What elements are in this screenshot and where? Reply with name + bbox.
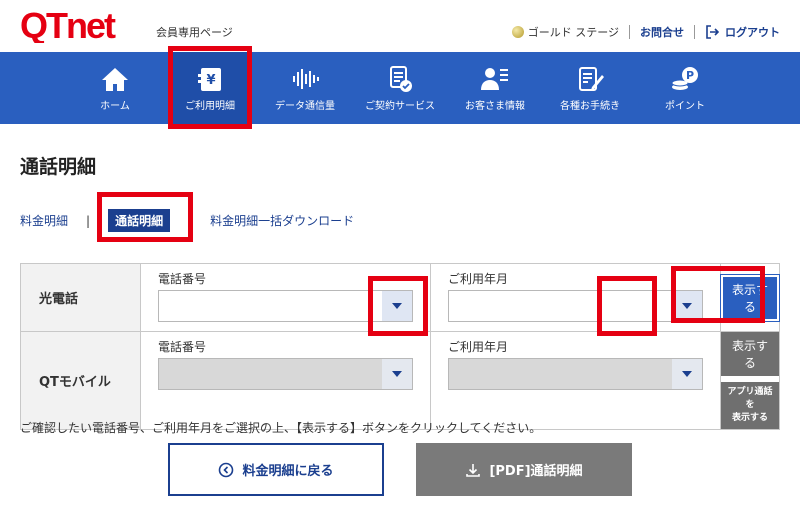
month-label: ご利用年月 [448, 272, 509, 286]
contact-link[interactable]: お問合せ [640, 24, 684, 40]
highlight-box [368, 276, 428, 336]
chevron-down-icon [392, 371, 402, 377]
chevron-down-icon [682, 371, 692, 377]
nav-label: お客さま情報 [465, 100, 525, 112]
contract-icon [390, 65, 412, 92]
phone-label: 電話番号 [158, 340, 207, 354]
row-head-qtmobile: QTモバイル [20, 331, 141, 430]
logout-link[interactable]: ログアウト [705, 24, 780, 40]
show-app-calls-button[interactable]: アプリ通話を 表示する [721, 382, 779, 429]
nav-item-points[interactable]: P ポイント [648, 52, 722, 124]
svg-text:P: P [686, 69, 694, 82]
show-button[interactable]: 表示する [721, 332, 779, 376]
nav-label: ホーム [100, 100, 130, 112]
header-utility: ゴールド ステージ お問合せ ログアウト [511, 24, 780, 40]
member-page-label: 会員専用ページ [156, 26, 233, 39]
procedure-icon [579, 66, 604, 91]
gold-medal-icon [511, 26, 524, 38]
dropdown-button[interactable] [382, 359, 412, 389]
divider [694, 25, 695, 39]
stage-badge: ゴールド ステージ [511, 24, 619, 40]
site-header: QTnet 会員専用ページ ゴールド ステージ お問合せ ログアウト [0, 0, 800, 52]
nav-label: データ通信量 [275, 100, 335, 112]
usage-month-select[interactable] [448, 290, 703, 322]
nav-item-procedures[interactable]: 各種お手続き [553, 52, 627, 124]
action-cell: 表示する アプリ通話を 表示する [720, 331, 780, 430]
home-icon [102, 67, 128, 91]
point-icon: P [671, 66, 698, 90]
nav-label: ポイント [665, 100, 705, 112]
back-to-fee-details-button[interactable]: 料金明細に戻る [168, 443, 384, 496]
nav-item-customer-info[interactable]: お客さま情報 [458, 52, 532, 124]
usage-month-select[interactable] [448, 358, 703, 390]
divider [629, 25, 630, 39]
download-icon [466, 463, 481, 477]
tab-fee-details[interactable]: 料金明細 [20, 212, 68, 229]
nav-label: ご契約サービス [365, 100, 435, 112]
divider: | [86, 213, 91, 228]
highlight-box [597, 276, 657, 336]
highlight-box [168, 46, 252, 129]
qtnet-logo[interactable]: QTnet [20, 9, 148, 43]
tab-bulk-download[interactable]: 料金明細一括ダウンロード [210, 212, 354, 229]
pdf-label: [PDF]通話明細 [489, 464, 583, 479]
month-cell: ご利用年月 [430, 331, 721, 430]
stage-label: ゴールド ステージ [527, 26, 619, 39]
page-title: 通話明細 [20, 156, 97, 178]
nav-item-contract[interactable]: ご契約サービス [360, 52, 440, 124]
row-head-hikari: 光電話 [20, 263, 141, 332]
nav-label: 各種お手続き [560, 100, 620, 112]
nav-item-home[interactable]: ホーム [78, 52, 152, 124]
svg-text:QTnet: QTnet [20, 9, 116, 43]
table-row: QTモバイル 電話番号 ご利用年月 表示する アプリ通話を 表示する [20, 331, 780, 430]
main-nav: ホーム ¥ ご利用明細 データ通信量 ご契約サービス お客さま情報 各種お手続き… [0, 52, 800, 124]
instruction-text: ご確認したい電話番号、ご利用年月をご選択の上、【表示する】ボタンをクリックしてく… [20, 421, 542, 435]
highlight-box [97, 192, 193, 242]
pdf-download-button[interactable]: [PDF]通話明細 [416, 443, 632, 496]
app-calls-label: 表示する [731, 413, 768, 423]
phone-cell: 電話番号 [140, 331, 431, 430]
logout-icon [706, 25, 719, 39]
back-label: 料金明細に戻る [242, 464, 334, 479]
month-label: ご利用年月 [448, 340, 509, 354]
nav-item-data-usage[interactable]: データ通信量 [268, 52, 342, 124]
chevron-left-circle-icon [219, 462, 234, 477]
user-info-icon [481, 67, 508, 90]
logout-label: ログアウト [725, 26, 780, 39]
app-calls-label: アプリ通話を [727, 387, 773, 410]
data-wave-icon [293, 68, 319, 89]
phone-number-select[interactable] [158, 358, 413, 390]
highlight-box [671, 266, 765, 323]
dropdown-button[interactable] [672, 359, 702, 389]
